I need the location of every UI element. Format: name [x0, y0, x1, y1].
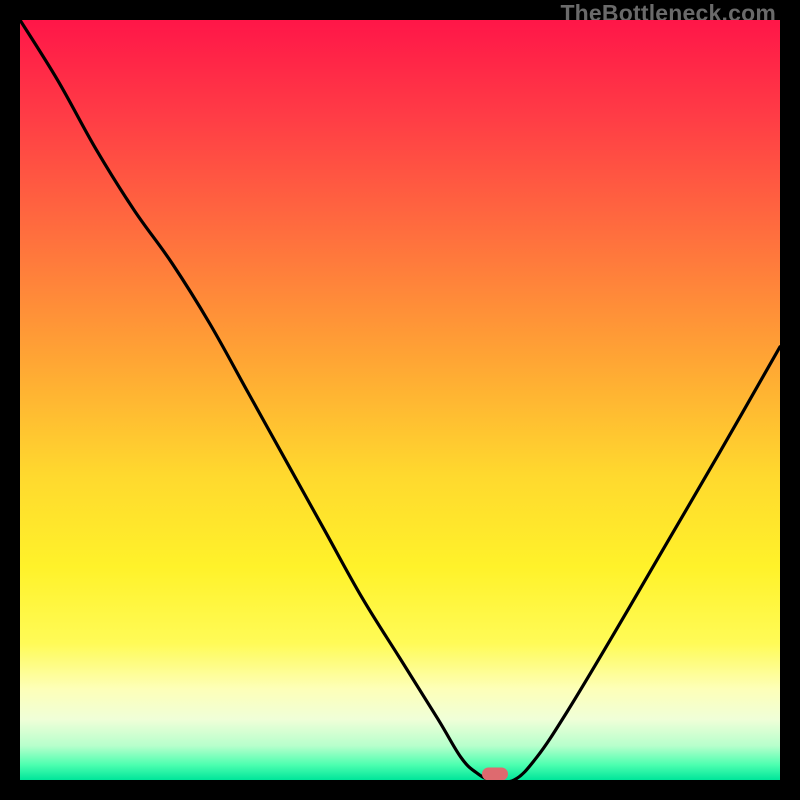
optimal-marker — [482, 767, 508, 780]
plot-area — [20, 20, 780, 780]
chart-frame: TheBottleneck.com — [0, 0, 800, 800]
bottleneck-curve — [20, 20, 780, 780]
